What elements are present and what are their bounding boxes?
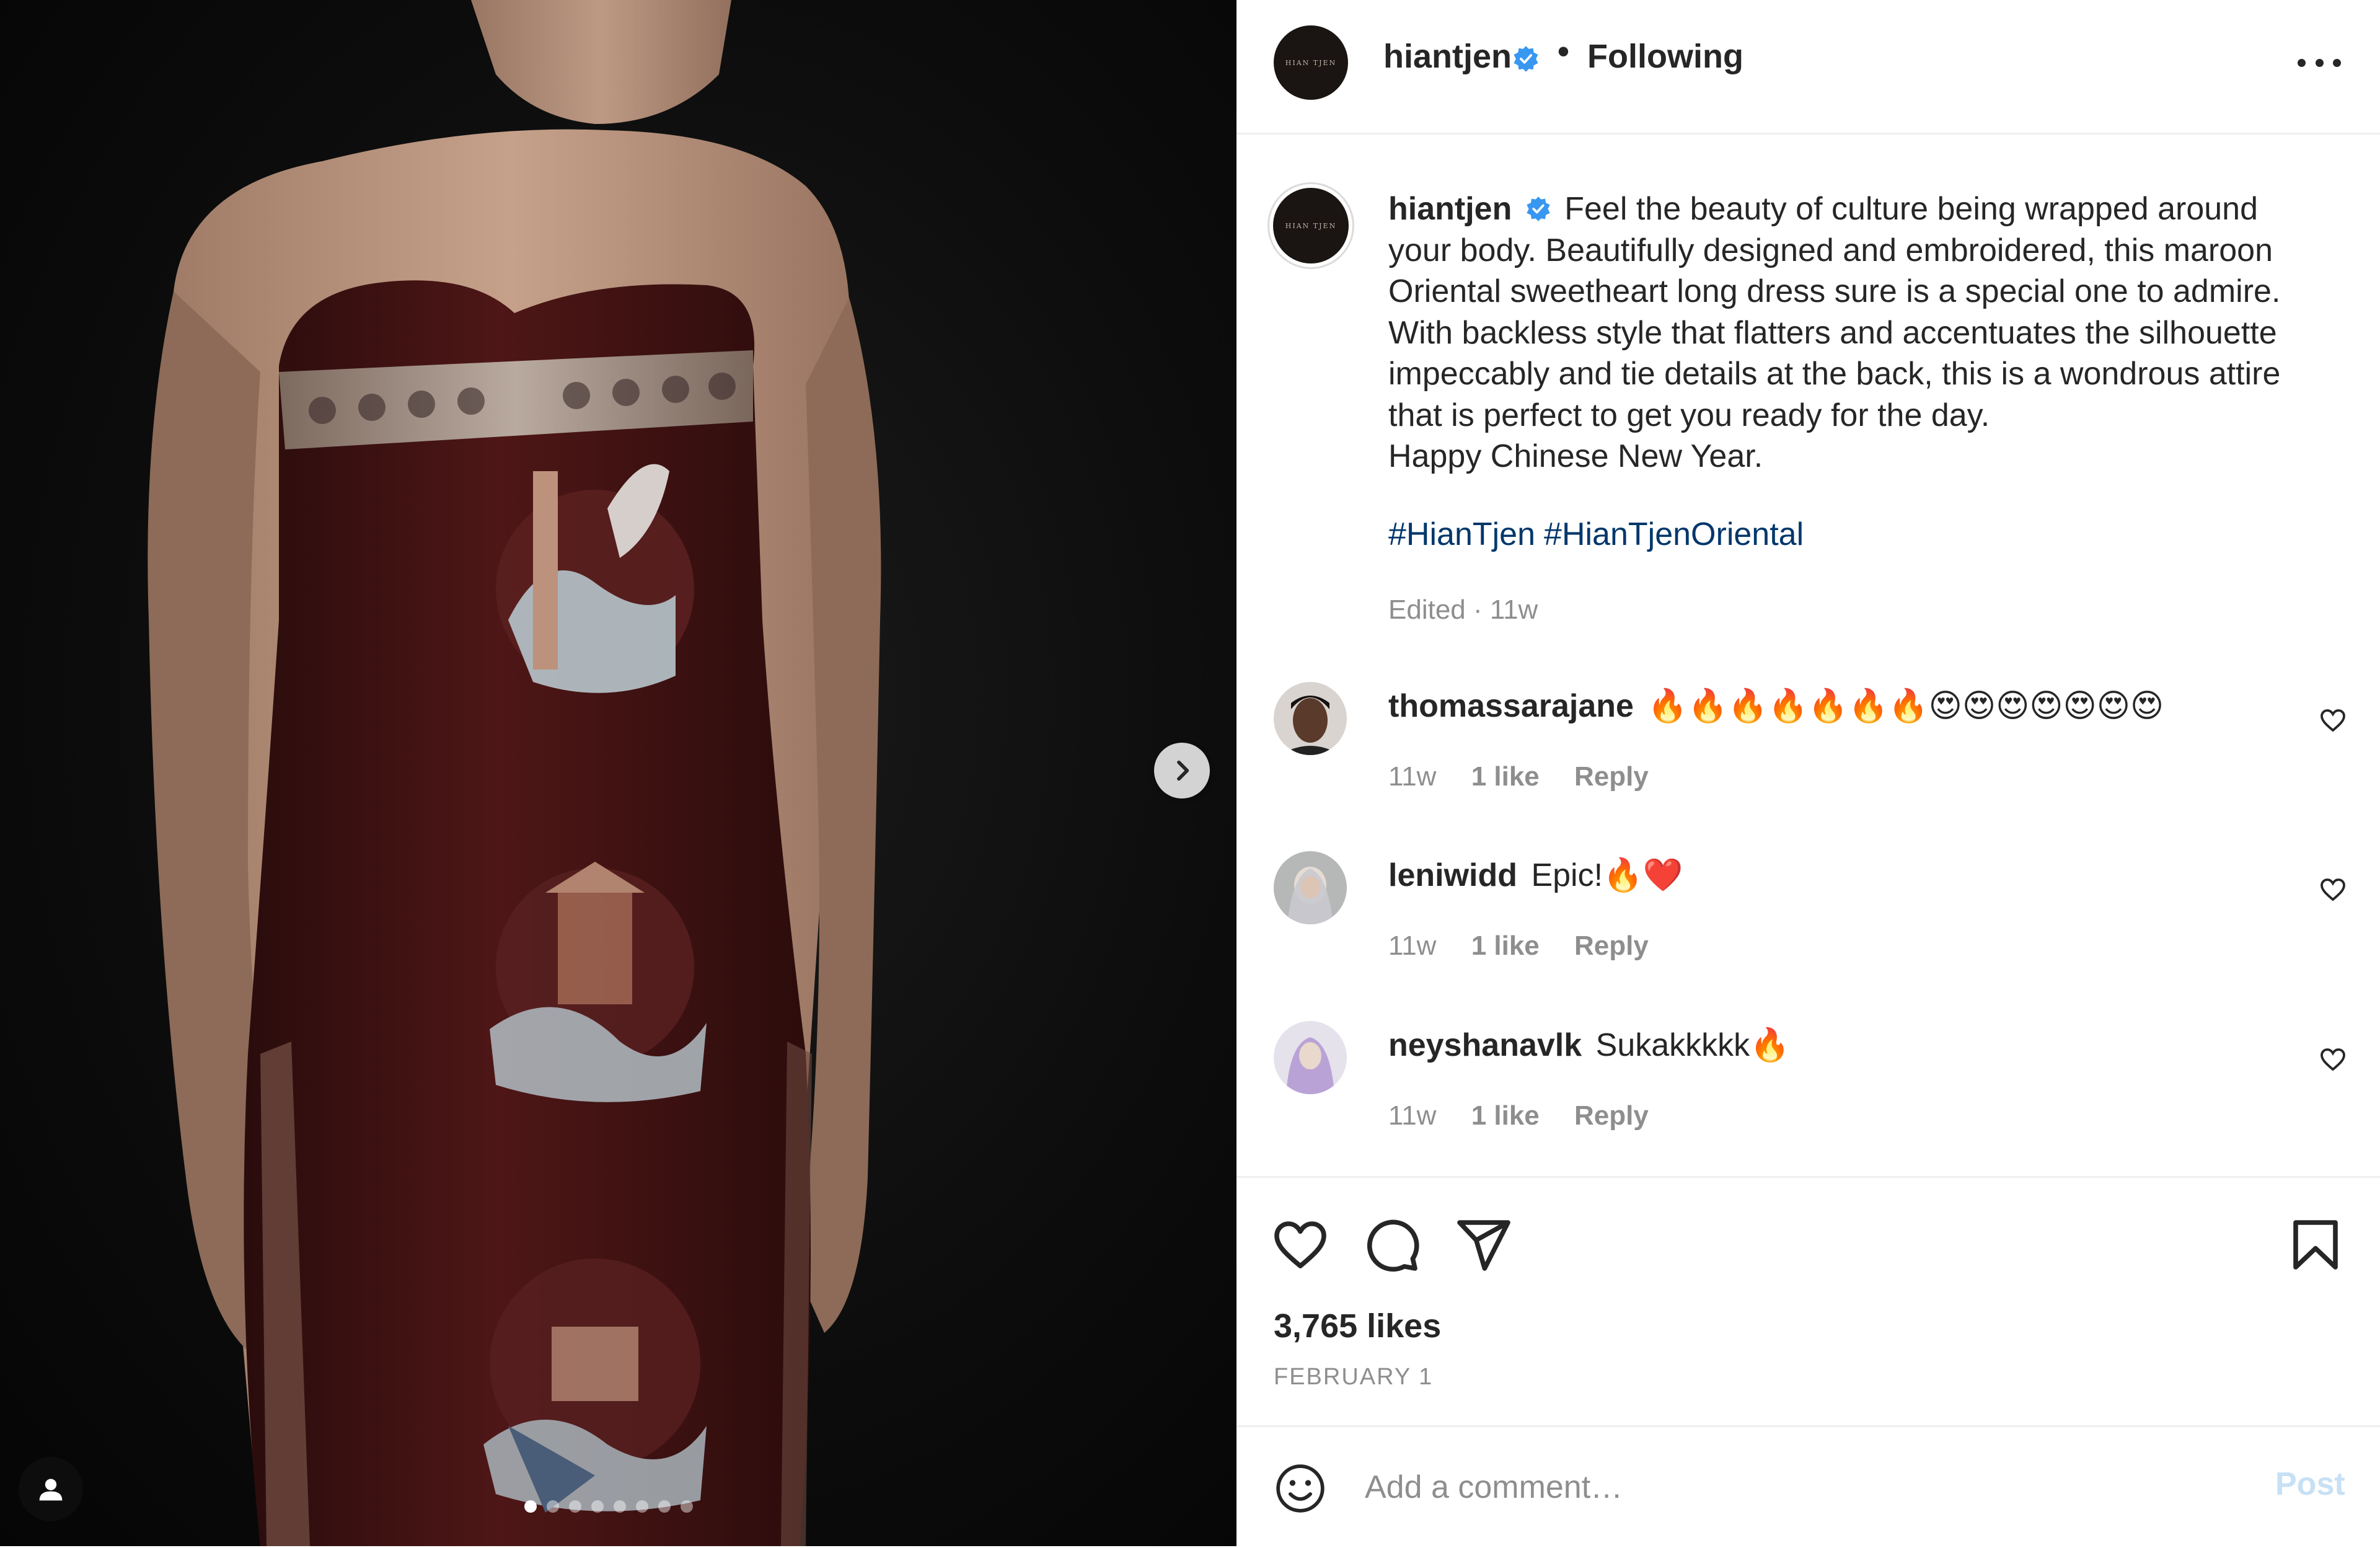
chevron-right-icon: [1177, 760, 1189, 781]
comment-time[interactable]: 11w: [1388, 931, 1436, 961]
caption-line: impeccably and tie details at the back, …: [1388, 356, 2281, 392]
comment-item: thomassarajane 🔥🔥🔥🔥🔥🔥🔥😍😍😍😍😍😍😍 11w 1 like…: [1236, 682, 2380, 849]
caption-line: your body. Beautifully designed and embr…: [1388, 232, 2273, 268]
header-separator: •: [1558, 33, 1569, 70]
caption-text: hiantjen Feel the beauty of culture bein…: [1388, 188, 2355, 477]
post-header: HIAN TJEN hiantjen • Following: [1236, 0, 2380, 135]
avatar-photo: [1274, 682, 1347, 755]
reply-button[interactable]: Reply: [1574, 761, 1649, 792]
hashtag-link[interactable]: #HianTjen: [1388, 516, 1535, 552]
comment-time[interactable]: 11w: [1388, 1100, 1436, 1131]
bookmark-icon[interactable]: [2286, 1215, 2345, 1275]
carousel-dot: [524, 1500, 537, 1513]
reply-button[interactable]: Reply: [1574, 931, 1649, 961]
comment-likes[interactable]: 1 like: [1471, 761, 1540, 792]
caption-line: With backless style that flatters and ac…: [1388, 314, 2277, 351]
user-tags-button[interactable]: [19, 1457, 83, 1521]
comment-username[interactable]: neyshanavlk: [1388, 1027, 1582, 1063]
comment-username[interactable]: leniwidd: [1388, 857, 1517, 893]
caption-meta: Edited · 11w: [1388, 595, 1538, 625]
more-options-button[interactable]: [2298, 53, 2341, 72]
carousel-dot: [569, 1500, 581, 1513]
carousel-dot: [614, 1500, 626, 1513]
caption-line: Feel the beauty of culture being wrapped…: [1564, 191, 2259, 227]
caption-line: Happy Chinese New Year.: [1388, 438, 1763, 474]
comment-body: Sukakkkkk🔥: [1595, 1027, 1790, 1063]
comment-heart-icon[interactable]: [2318, 875, 2348, 904]
dress-photo: [148, 0, 881, 1546]
reply-button[interactable]: Reply: [1574, 1100, 1649, 1131]
post-media[interactable]: [0, 0, 1236, 1546]
author-username[interactable]: hiantjen: [1383, 37, 1512, 76]
comment-body: 🔥🔥🔥🔥🔥🔥🔥😍😍😍😍😍😍😍: [1647, 688, 2164, 724]
verified-badge-icon: [1514, 46, 1538, 72]
comment-body: Epic!🔥❤️: [1531, 857, 1683, 893]
carousel-indicator: [524, 1500, 693, 1513]
hashtag-link[interactable]: #HianTjenOriental: [1544, 516, 1804, 552]
carousel-next-button[interactable]: [1154, 743, 1210, 798]
comment-username[interactable]: thomassarajane: [1388, 688, 1634, 724]
comment-heart-icon[interactable]: [2318, 1045, 2348, 1074]
comment-input[interactable]: [1364, 1457, 2203, 1518]
comment-time[interactable]: 11w: [1388, 761, 1436, 792]
comment-item: leniwidd Epic!🔥❤️ 11w 1 like Reply: [1236, 851, 2380, 1019]
carousel-dot: [547, 1500, 559, 1513]
post-comment-button[interactable]: Post: [2275, 1466, 2345, 1503]
heart-icon[interactable]: [1271, 1215, 1330, 1275]
caption-avatar[interactable]: HIAN TJEN: [1267, 182, 1354, 269]
author-avatar[interactable]: HIAN TJEN: [1274, 25, 1348, 100]
comment-item: neyshanavlk Sukakkkkk🔥 11w 1 like Reply: [1236, 1021, 2380, 1188]
emoji-icon[interactable]: [1274, 1462, 1327, 1515]
carousel-dot: [636, 1500, 648, 1513]
likes-count[interactable]: 3,765 likes: [1274, 1307, 1441, 1345]
following-button[interactable]: Following: [1587, 37, 1743, 76]
verified-badge-icon: [1527, 197, 1550, 222]
avatar-photo: [1274, 851, 1347, 924]
commenter-avatar[interactable]: [1274, 682, 1347, 755]
post-actions: 3,765 likes FEBRUARY 1: [1236, 1176, 2380, 1427]
avatar-photo: [1274, 1021, 1347, 1094]
caption-line: Oriental sweetheart long dress sure is a…: [1388, 273, 2281, 309]
comment-heart-icon[interactable]: [2318, 705, 2348, 735]
carousel-dot: [658, 1500, 671, 1513]
author-avatar-small: HIAN TJEN: [1273, 188, 1349, 263]
comment-likes[interactable]: 1 like: [1471, 931, 1540, 961]
send-icon[interactable]: [1453, 1215, 1513, 1275]
commenter-avatar[interactable]: [1274, 1021, 1347, 1094]
carousel-dot: [591, 1500, 604, 1513]
carousel-dot: [681, 1500, 693, 1513]
post-panel: HIAN TJEN hiantjen • Following HIAN TJEN…: [1236, 0, 2380, 1546]
add-comment-bar: Post: [1236, 1425, 2380, 1548]
caption-line: that is perfect to get you ready for the…: [1388, 397, 1990, 433]
more-horizontal-icon: [2298, 58, 2306, 67]
commenter-avatar[interactable]: [1274, 851, 1347, 924]
post-date[interactable]: FEBRUARY 1: [1274, 1364, 1433, 1391]
caption-username[interactable]: hiantjen: [1388, 191, 1512, 227]
user-tag-icon: [39, 1479, 63, 1501]
comment-icon[interactable]: [1362, 1215, 1421, 1275]
caption-hashtags: #HianTjen #HianTjenOriental: [1388, 516, 1812, 553]
comment-likes[interactable]: 1 like: [1471, 1100, 1540, 1131]
